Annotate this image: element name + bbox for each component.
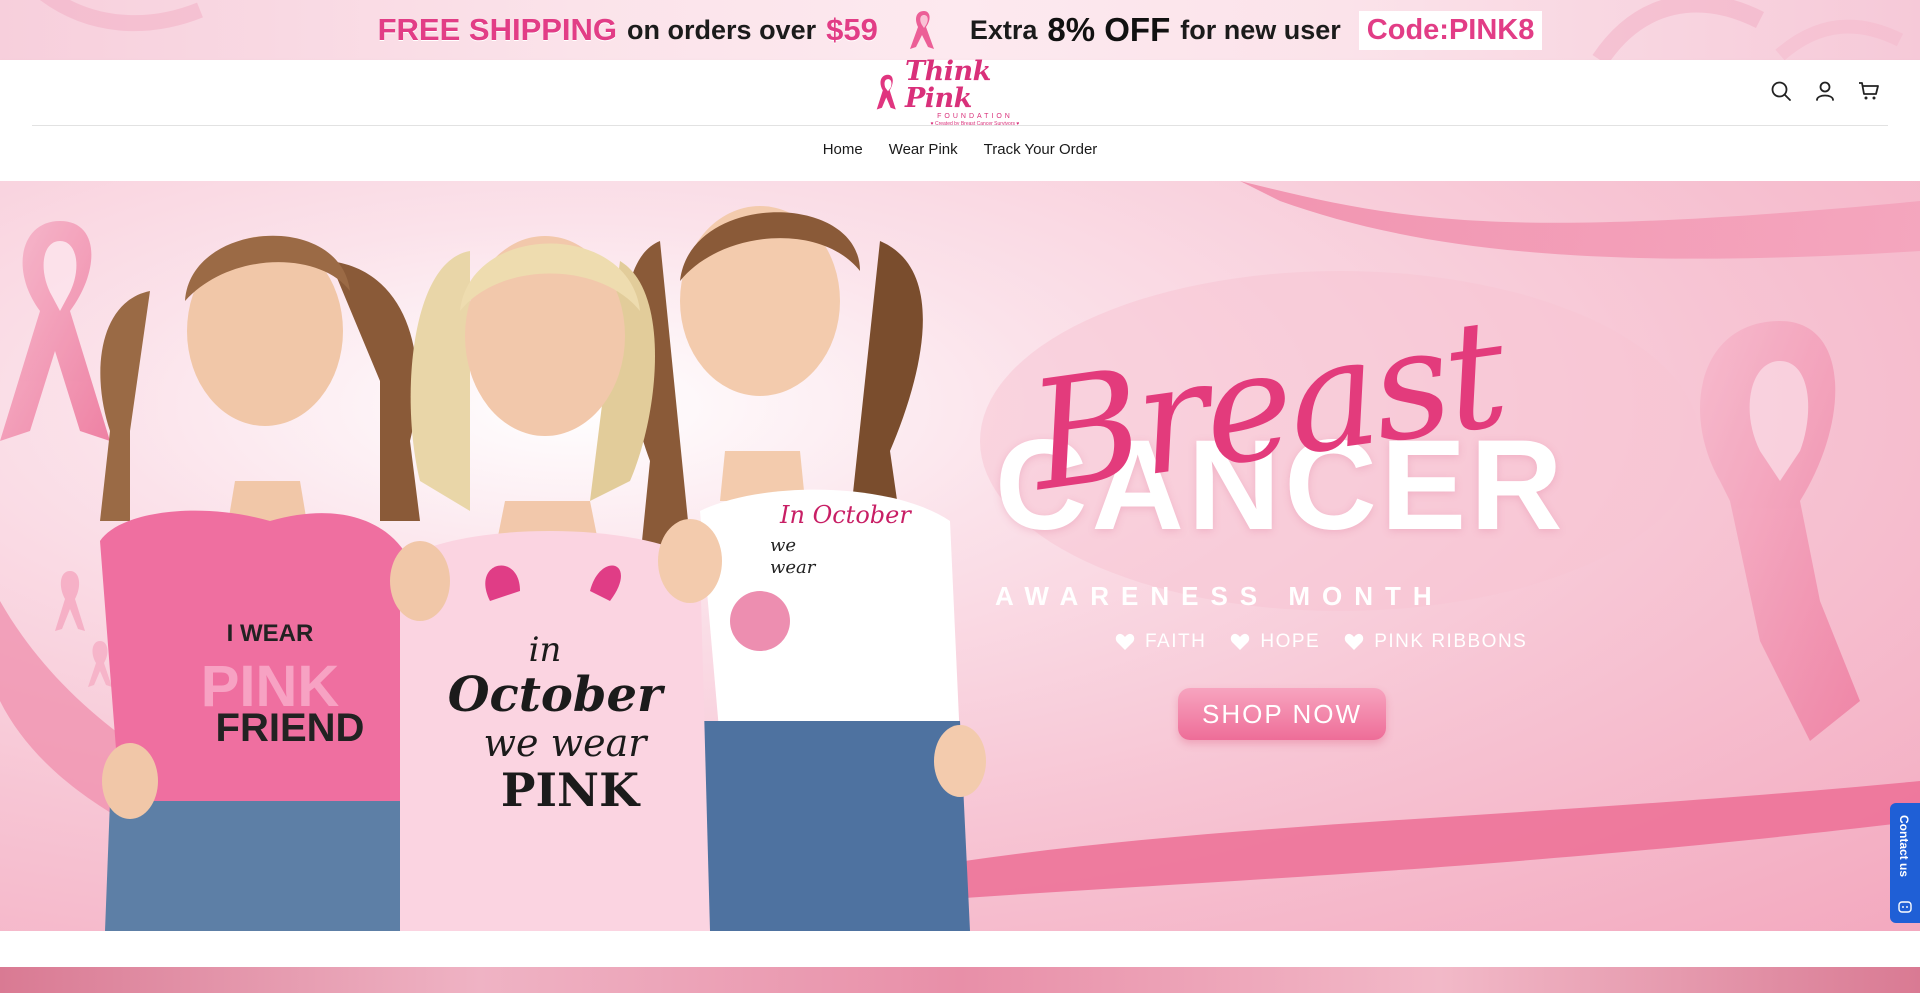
site-header: Think Pink FOUNDATION ♥ Created by Breas… [0, 58, 1920, 181]
svg-text:we: we [770, 535, 796, 556]
main-nav: Home Wear Pink Track Your Order [0, 140, 1920, 160]
heart-icon [1115, 633, 1135, 650]
header-divider [32, 125, 1888, 126]
hero-text-block: CANCER Breast AWARENESS MONTH FAITH HOPE… [990, 287, 1730, 781]
search-icon[interactable] [1770, 80, 1792, 102]
account-icon[interactable] [1814, 80, 1836, 102]
svg-text:I WEAR: I WEAR [227, 620, 314, 647]
value-item: PINK RIBBONS [1344, 631, 1527, 653]
contact-us-tab[interactable]: Contact us [1890, 803, 1920, 923]
value-item: HOPE [1230, 631, 1320, 653]
heart-icon [1231, 633, 1250, 650]
logo-ribbon-icon [876, 74, 896, 110]
new-user-text: for new user [1180, 14, 1341, 45]
nav-item-wear-pink[interactable]: Wear Pink [876, 140, 971, 160]
left-ribbon-icon [0, 221, 110, 441]
logo-title: Think Pink [904, 56, 991, 114]
svg-text:October: October [448, 667, 666, 723]
chat-icon [1898, 901, 1912, 913]
free-shipping-text: FREE SHIPPING [377, 12, 618, 47]
hero-values: FAITH HOPE PINK RIBBONS [1115, 631, 1527, 653]
svg-text:in: in [529, 630, 562, 670]
value-label-faith: FAITH [1145, 631, 1207, 652]
svg-text:In October: In October [779, 501, 912, 529]
nav-item-home[interactable]: Home [810, 140, 876, 160]
value-label-pink-ribbons: PINK RIBBONS [1374, 631, 1528, 652]
next-section-banner [0, 967, 1920, 993]
pink-ribbon-icon [909, 11, 934, 49]
heart-icon [1344, 633, 1364, 650]
person-left: I WEAR PINK FRIEND [100, 235, 420, 931]
orders-over-text: on orders over [627, 14, 817, 45]
svg-text:we wear: we wear [484, 721, 650, 765]
discount-text: 8% OFF [1047, 11, 1171, 48]
svg-text:wear: wear [770, 557, 817, 578]
value-label-hope: HOPE [1260, 631, 1321, 652]
svg-text:PINK: PINK [501, 763, 641, 817]
nav-item-track-order[interactable]: Track Your Order [971, 140, 1111, 160]
hero-banner[interactable]: I WEAR PINK FRIEND In October we wear in… [0, 181, 1920, 931]
extra-text: Extra [969, 14, 1038, 45]
logo[interactable]: Think Pink FOUNDATION ♥ Created by Breas… [875, 58, 1045, 127]
threshold-text: $59 [826, 12, 878, 47]
shop-now-button[interactable]: SHOP NOW [1178, 688, 1386, 740]
svg-text:FRIEND: FRIEND [216, 706, 365, 750]
promo-code: Code:PINK8 [1358, 10, 1543, 50]
value-item: FAITH [1115, 631, 1206, 653]
cart-icon[interactable] [1858, 80, 1880, 102]
hero-subtitle: AWARENESS MONTH [995, 581, 1444, 611]
announcement-bar: FREE SHIPPING on orders over $59 Extra 8… [0, 0, 1920, 60]
contact-us-label: Contact us [1897, 815, 1911, 878]
logo-subtitle: FOUNDATION [937, 113, 1013, 120]
